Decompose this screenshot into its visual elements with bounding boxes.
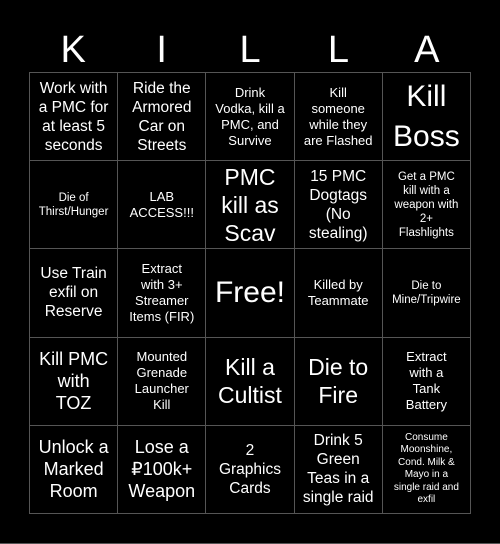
bingo-cell[interactable]: 2 Graphics Cards — [206, 425, 295, 514]
bingo-cell[interactable]: PMC kill as Scav — [206, 161, 295, 250]
cell-text: LAB ACCESS!!! — [129, 188, 194, 220]
cell-text: Kill PMC with TOZ — [39, 349, 109, 414]
bingo-cell[interactable]: Die to Fire — [294, 337, 383, 426]
cell-text: Mounted Grenade Launcher Kill — [134, 349, 189, 413]
header-letter-i: I — [156, 29, 167, 71]
bingo-cell[interactable]: Ride the Armored Car on Streets — [118, 73, 207, 162]
bingo-cell[interactable]: Extract with a Tank Battery — [382, 337, 471, 426]
header-letter-l: L — [239, 29, 261, 71]
bingo-cell[interactable]: Killed by Teammate — [294, 249, 383, 338]
bingo-board: Work with a PMC for at least 5 seconds R… — [29, 72, 471, 514]
bingo-cell[interactable]: Kill a Cultist — [206, 337, 295, 426]
cell-text: PMC kill as Scav — [221, 163, 279, 246]
cell-text: 2 Graphics Cards — [218, 441, 281, 497]
bingo-cell[interactable]: Get a PMC kill with a weapon with 2+ Fla… — [382, 161, 471, 250]
bingo-cell[interactable]: Die to Mine/Tripwire — [382, 249, 471, 338]
cell-text: 15 PMC Dogtags (No stealing) — [308, 167, 368, 242]
cell-text: Die to Mine/Tripwire — [392, 279, 461, 306]
cell-text: Die of Thirst/Hunger — [38, 191, 109, 218]
cell-text: Extract with a Tank Battery — [405, 349, 447, 413]
bingo-header: K I L L A — [29, 28, 471, 72]
free-space-cell[interactable]: Free! — [206, 249, 295, 338]
cell-text: Consume Moonshine, Cond. Milk & Mayo in … — [393, 431, 459, 506]
cell-text: Lose a ₽100k+ Weapon — [128, 437, 196, 502]
bingo-cell[interactable]: Kill someone while they are Flashed — [294, 73, 383, 162]
bingo-cell[interactable]: Drink 5 Green Teas in a single raid — [294, 425, 383, 514]
free-space-text: Free! — [214, 275, 285, 309]
header-letter-l-2: L — [327, 29, 349, 71]
header-letter-k: K — [60, 29, 86, 71]
cell-text: Ride the Armored Car on Streets — [132, 79, 192, 154]
cell-text: Get a PMC kill with a weapon with 2+ Fla… — [394, 170, 459, 239]
bingo-cell[interactable]: LAB ACCESS!!! — [118, 161, 207, 250]
cell-text: Drink Vodka, kill a PMC, and Survive — [215, 84, 285, 148]
cell-text: Drink 5 Green Teas in a single raid — [302, 432, 374, 507]
cell-text: Work with a PMC for at least 5 seconds — [38, 79, 109, 154]
cell-text: Kill Boss — [393, 79, 460, 153]
bingo-cell[interactable]: Mounted Grenade Launcher Kill — [118, 337, 207, 426]
cell-text: Extract with 3+ Streamer Items (FIR) — [129, 260, 195, 324]
bingo-cell[interactable]: Kill PMC with TOZ — [30, 337, 119, 426]
cell-text: Kill someone while they are Flashed — [303, 84, 373, 148]
bingo-cell[interactable]: Unlock a Marked Room — [30, 425, 119, 514]
bingo-cell[interactable]: Extract with 3+ Streamer Items (FIR) — [118, 249, 207, 338]
cell-text: Use Train exfil on Reserve — [40, 265, 107, 321]
bingo-cell[interactable]: Work with a PMC for at least 5 seconds — [30, 73, 119, 162]
cell-text: Kill a Cultist — [218, 354, 282, 409]
bingo-cell[interactable]: Kill Boss — [382, 73, 471, 162]
bingo-cell[interactable]: 15 PMC Dogtags (No stealing) — [294, 161, 383, 250]
bingo-cell[interactable]: Lose a ₽100k+ Weapon — [118, 425, 207, 514]
cell-text: Killed by Teammate — [307, 276, 369, 308]
bingo-cell[interactable]: Drink Vodka, kill a PMC, and Survive — [206, 73, 295, 162]
bingo-cell[interactable]: Consume Moonshine, Cond. Milk & Mayo in … — [382, 425, 471, 514]
cell-text: Unlock a Marked Room — [38, 437, 109, 502]
header-letter-a: A — [414, 29, 440, 71]
bingo-cell[interactable]: Use Train exfil on Reserve — [30, 249, 119, 338]
bingo-cell[interactable]: Die of Thirst/Hunger — [30, 161, 119, 250]
cell-text: Die to Fire — [308, 354, 369, 409]
